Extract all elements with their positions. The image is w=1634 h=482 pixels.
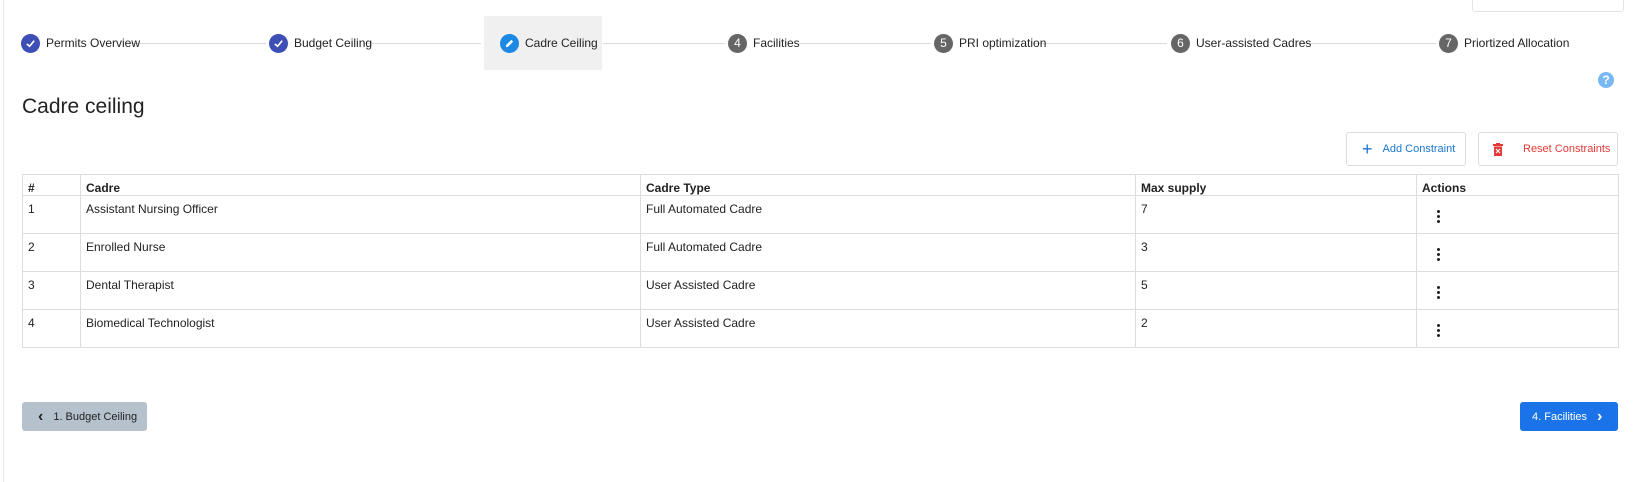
table-row: 3 Dental Therapist User Assisted Cadre 5 — [22, 271, 1619, 310]
chevron-right-icon: › — [1597, 407, 1603, 425]
cell-cadre: Biomedical Technologist — [80, 309, 641, 348]
step-pri-optimization[interactable]: 5 PRI optimization — [934, 16, 1046, 70]
step-user-assisted-cadres[interactable]: 6 User-assisted Cadres — [1171, 16, 1311, 70]
stepper: Permits Overview Budget Ceiling Cadre Ce… — [21, 16, 1618, 70]
step-cadre-ceiling[interactable]: Cadre Ceiling — [484, 16, 602, 70]
step-label: Budget Ceiling — [294, 36, 373, 50]
cell-max-supply: 7 — [1135, 195, 1417, 234]
cadre-ceiling-table: # Cadre Cadre Type Max supply Actions 1 … — [22, 174, 1619, 348]
column-header-number: # — [22, 174, 81, 196]
step-label: User-assisted Cadres — [1196, 36, 1312, 50]
cell-cadre-type: Full Automated Cadre — [640, 195, 1136, 234]
chevron-left-icon: ‹ — [38, 407, 44, 425]
table-row: 1 Assistant Nursing Officer Full Automat… — [22, 195, 1619, 234]
step-connector — [131, 43, 266, 44]
cell-cadre-type: User Assisted Cadre — [640, 309, 1136, 348]
cell-max-supply: 3 — [1135, 233, 1417, 272]
top-right-partial-control — [1472, 0, 1624, 12]
column-header-actions: Actions — [1416, 174, 1619, 196]
check-icon — [269, 33, 288, 53]
cell-actions — [1416, 271, 1619, 310]
cell-actions — [1416, 309, 1619, 348]
more-vert-icon[interactable] — [1437, 286, 1440, 301]
cell-actions — [1416, 233, 1619, 272]
more-vert-icon[interactable] — [1437, 210, 1440, 225]
cell-cadre-type: Full Automated Cadre — [640, 233, 1136, 272]
cell-cadre: Enrolled Nurse — [80, 233, 641, 272]
table-header-row: # Cadre Cadre Type Max supply Actions — [22, 174, 1619, 196]
next-button-label: 4. Facilities — [1532, 410, 1588, 423]
add-constraint-label: Add Constraint — [1382, 143, 1456, 155]
left-border — [3, 0, 4, 482]
cell-number: 4 — [22, 309, 81, 348]
cell-cadre: Assistant Nursing Officer — [80, 195, 641, 234]
step-number: 6 — [1171, 33, 1190, 53]
pencil-icon — [500, 33, 519, 53]
column-header-max-supply: Max supply — [1135, 174, 1417, 196]
step-budget-ceiling[interactable]: Budget Ceiling — [269, 16, 372, 70]
step-label: Permits Overview — [46, 36, 141, 50]
reset-constraints-label: Reset Constraints — [1523, 143, 1611, 155]
table-row: 2 Enrolled Nurse Full Automated Cadre 3 — [22, 233, 1619, 272]
cell-cadre: Dental Therapist — [80, 271, 641, 310]
step-number: 7 — [1439, 33, 1458, 53]
step-label: Facilities — [753, 36, 800, 50]
cell-number: 2 — [22, 233, 81, 272]
help-icon[interactable]: ? — [1598, 72, 1614, 88]
step-connector — [1033, 43, 1167, 44]
step-facilities[interactable]: 4 Facilities — [728, 16, 800, 70]
cell-cadre-type: User Assisted Cadre — [640, 271, 1136, 310]
cell-actions — [1416, 195, 1619, 234]
step-label: Cadre Ceiling — [525, 36, 598, 50]
table-row: 4 Biomedical Technologist User Assisted … — [22, 309, 1619, 348]
back-button-label: 1. Budget Ceiling — [53, 410, 138, 423]
column-header-cadre-type: Cadre Type — [640, 174, 1136, 196]
add-constraint-button[interactable]: + Add Constraint — [1346, 132, 1466, 166]
trash-icon — [1493, 142, 1503, 156]
cell-max-supply: 5 — [1135, 271, 1417, 310]
next-button[interactable]: 4. Facilities › — [1520, 402, 1618, 431]
step-label: PRI optimization — [959, 36, 1047, 50]
plus-icon: + — [1362, 139, 1373, 159]
more-vert-icon[interactable] — [1437, 324, 1440, 339]
column-header-cadre: Cadre — [80, 174, 641, 196]
page-title: Cadre ceiling — [22, 95, 145, 118]
cell-number: 1 — [22, 195, 81, 234]
cell-max-supply: 2 — [1135, 309, 1417, 348]
check-icon — [21, 33, 40, 53]
step-connector — [363, 43, 481, 44]
step-connector — [603, 43, 725, 44]
step-permits-overview[interactable]: Permits Overview — [21, 16, 140, 70]
step-number: 5 — [934, 33, 953, 53]
step-number: 4 — [728, 33, 747, 53]
step-connector — [799, 43, 931, 44]
back-button[interactable]: ‹ 1. Budget Ceiling — [22, 402, 147, 431]
cell-number: 3 — [22, 271, 81, 310]
reset-constraints-button[interactable]: Reset Constraints — [1478, 132, 1618, 166]
more-vert-icon[interactable] — [1437, 248, 1440, 263]
step-label: Priortized Allocation — [1464, 36, 1570, 50]
step-priortized-allocation[interactable]: 7 Priortized Allocation — [1439, 16, 1569, 70]
step-connector — [1301, 43, 1436, 44]
